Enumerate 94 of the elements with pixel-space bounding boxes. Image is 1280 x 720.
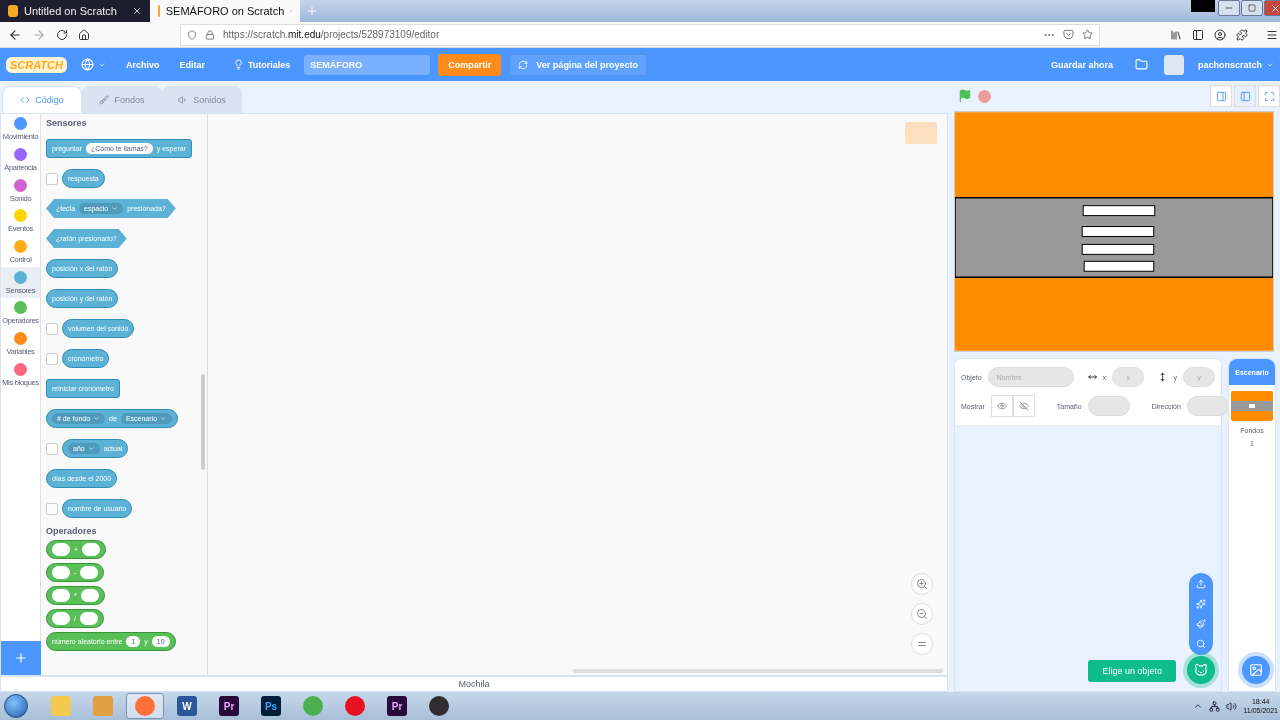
taskbar-app[interactable]: Ps: [252, 693, 290, 719]
section-title: Sensores: [46, 118, 88, 128]
avatar[interactable]: [1163, 54, 1184, 75]
sprite-thumbnail: [905, 122, 937, 144]
upload-icon[interactable]: [1196, 579, 1206, 589]
caret-icon: [93, 415, 101, 422]
restore-button[interactable]: [1241, 0, 1263, 16]
menu-item[interactable]: Archivo: [119, 59, 166, 70]
redaction-block: [1191, 0, 1215, 12]
start-button[interactable]: [4, 694, 28, 718]
library-icon[interactable]: [1170, 28, 1182, 41]
editor-tab[interactable]: Sonidos: [162, 86, 242, 113]
restore-icon: [1248, 4, 1256, 12]
panel-icon: [1215, 90, 1227, 102]
hide-button[interactable]: [1012, 395, 1035, 417]
paintbrush-icon[interactable]: [1196, 619, 1206, 629]
forward-icon[interactable]: [32, 27, 46, 42]
lock-icon: [205, 29, 215, 40]
vertical-arrow-icon: [1158, 371, 1168, 383]
menu-item[interactable]: Editar: [173, 59, 211, 70]
show-button[interactable]: [990, 395, 1013, 417]
fullscreen-button[interactable]: [1258, 85, 1280, 107]
tooltip: Elige un objeto: [1088, 660, 1176, 682]
direction-field[interactable]: [1186, 396, 1229, 416]
checkbox[interactable]: [46, 502, 58, 515]
account-icon[interactable]: [1214, 28, 1226, 41]
taskbar-app[interactable]: Pr: [378, 693, 416, 719]
eye-icon: [996, 401, 1007, 411]
account-menu[interactable]: pachonscratch: [1191, 59, 1280, 70]
zoom-out-button[interactable]: [911, 603, 933, 625]
tutorials-menu[interactable]: Tutoriales: [227, 59, 297, 70]
minimize-button[interactable]: [1218, 0, 1240, 16]
sparkle-icon[interactable]: [1196, 599, 1206, 609]
flag-icon[interactable]: [958, 89, 972, 103]
reset-zoom-button[interactable]: [911, 633, 933, 655]
zoom-out-icon: [916, 608, 928, 620]
star-icon[interactable]: [1082, 29, 1093, 40]
share-button[interactable]: Compartir: [438, 53, 502, 76]
checkbox[interactable]: [46, 322, 58, 335]
browser-tab[interactable]: Untitled on Scratch: [0, 0, 150, 22]
caret-icon: [87, 445, 95, 452]
see-project-button[interactable]: Ver página del proyecto: [509, 53, 647, 76]
save-now-link[interactable]: Guardar ahora: [1044, 59, 1119, 70]
chevron-up-icon[interactable]: [1193, 701, 1204, 711]
shield-icon: [187, 29, 197, 40]
section-title: Operadores: [46, 526, 98, 536]
size-field[interactable]: [1087, 396, 1130, 416]
checkbox[interactable]: [46, 172, 58, 185]
stop-icon[interactable]: [978, 89, 991, 103]
zoom-in-button[interactable]: [911, 573, 933, 595]
menu-icon[interactable]: [1266, 28, 1278, 41]
home-icon[interactable]: [78, 28, 90, 41]
taskbar-app[interactable]: Pr: [210, 693, 248, 719]
taskbar-app[interactable]: W: [168, 693, 206, 719]
checkbox[interactable]: [46, 352, 58, 365]
scratch-logo[interactable]: SCRATCH: [6, 56, 67, 73]
brush-icon: [99, 95, 110, 105]
backpack-bar[interactable]: Mochila: [0, 676, 948, 692]
sidebar-icon[interactable]: [1192, 28, 1204, 41]
refresh-icon: [518, 59, 529, 70]
image-icon: [1249, 663, 1263, 677]
address-bar[interactable]: https://scratch.mit.edu/projects/528973109/editor: [180, 23, 1100, 46]
globe-icon: [80, 58, 94, 71]
browser-tab[interactable]: SEMÁFORO on Scratch: [150, 0, 300, 22]
back-icon[interactable]: [8, 27, 22, 42]
scrollbar[interactable]: [201, 374, 205, 470]
caret-icon: [160, 415, 168, 422]
fullscreen-icon: [1263, 90, 1275, 102]
folder-icon[interactable]: [1134, 58, 1148, 71]
backdrop-thumbnail: [1231, 391, 1273, 421]
speaker-icon: [178, 95, 189, 105]
project-title-field[interactable]: SEMÁFORO: [304, 54, 431, 75]
add-extension-button[interactable]: [1, 641, 41, 675]
speaker-icon[interactable]: [1226, 700, 1238, 712]
lightbulb-icon: [233, 59, 244, 70]
network-icon[interactable]: [1209, 700, 1221, 712]
small-stage-button[interactable]: [1210, 85, 1232, 107]
panel-icon: [1239, 90, 1251, 102]
pocket-icon[interactable]: [1063, 29, 1074, 40]
reload-icon[interactable]: [56, 28, 68, 41]
caret-icon: [111, 205, 119, 212]
zoom-in-icon: [916, 578, 928, 590]
close-icon[interactable]: [132, 6, 142, 16]
checkbox[interactable]: [46, 442, 58, 455]
code-icon: [20, 95, 31, 105]
editor-tab[interactable]: Código: [2, 86, 82, 113]
eye-off-icon: [1018, 401, 1029, 411]
close-icon: [1269, 2, 1280, 14]
search-icon[interactable]: [1196, 639, 1206, 649]
normal-stage-button[interactable]: [1234, 85, 1256, 107]
plus-icon: [14, 651, 28, 665]
close-button[interactable]: [1264, 0, 1280, 16]
extension-icon[interactable]: [1236, 28, 1248, 41]
editor-tab[interactable]: Fondos: [82, 86, 162, 113]
